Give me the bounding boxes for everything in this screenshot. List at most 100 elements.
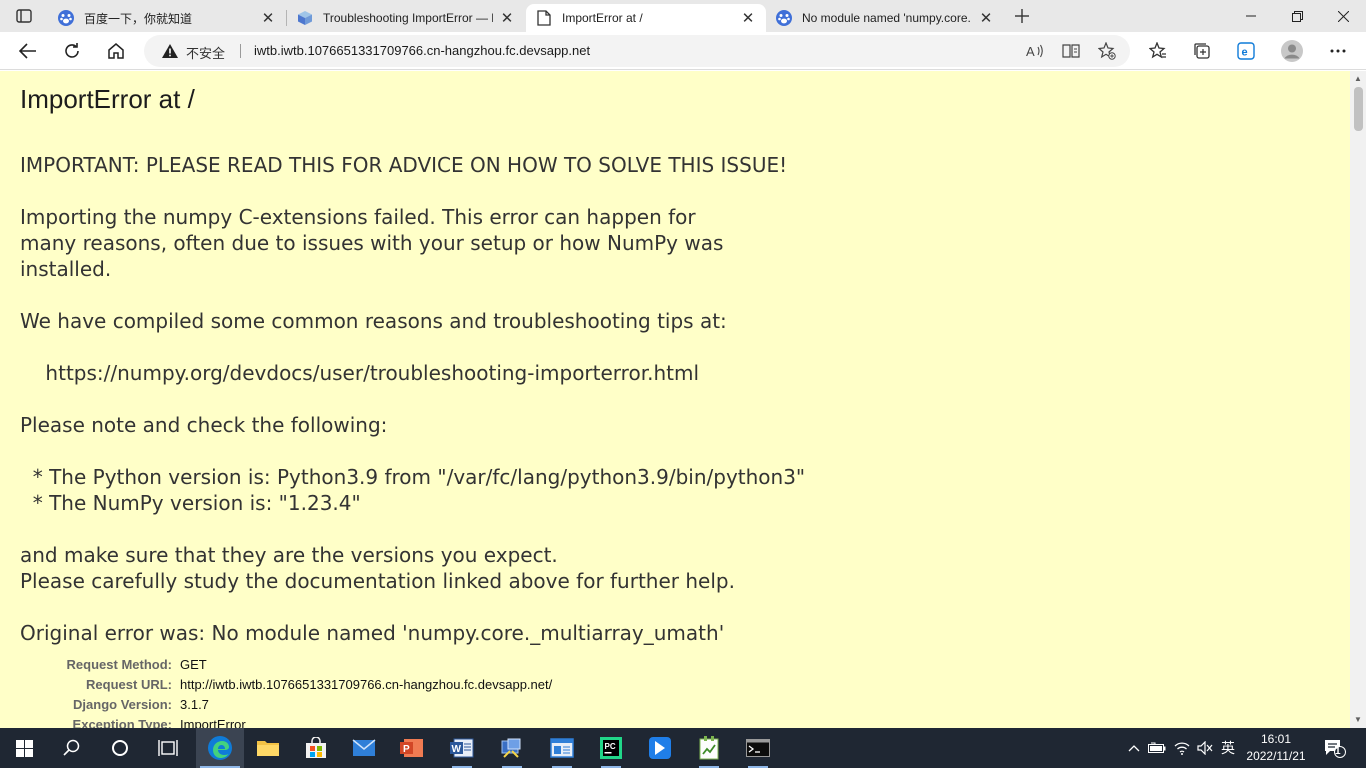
page-title: ImportError at /	[20, 84, 195, 114]
notification-center-button[interactable]: 1	[1318, 728, 1352, 768]
meta-label: Request Method:	[66, 657, 172, 672]
tab-title: 百度一下，你就知道	[84, 11, 193, 26]
vertical-scrollbar[interactable]: ▲ ▼	[1350, 71, 1366, 728]
close-icon	[1337, 10, 1349, 22]
tab-strip: 百度一下，你就知道 ✕ Troubleshooting ImportError …	[0, 0, 1366, 32]
file-explorer-taskbar-icon[interactable]	[244, 728, 292, 768]
volume-tray-button[interactable]	[1194, 728, 1216, 768]
tab-close-icon[interactable]: ✕	[499, 10, 515, 27]
battery-tray-button[interactable]	[1146, 728, 1168, 768]
tab-actions-button[interactable]	[8, 5, 40, 27]
tab-numpy-core[interactable]: No module named 'numpy.core. ✕	[766, 4, 1004, 32]
scroll-up-arrow-icon[interactable]: ▲	[1354, 75, 1362, 83]
meta-value: ImportError	[180, 717, 246, 728]
refresh-icon	[65, 43, 79, 58]
profile-button[interactable]	[1277, 36, 1307, 66]
collections-button[interactable]	[1187, 36, 1217, 66]
minimize-button[interactable]	[1228, 0, 1274, 32]
meta-value: http://iwtb.iwtb.1076651331709766.cn-han…	[180, 677, 553, 692]
table-row: Django Version: 3.1.7	[20, 695, 552, 715]
plus-icon	[1015, 9, 1029, 23]
add-favorite-icon[interactable]	[1096, 41, 1118, 61]
store-bag-icon	[306, 737, 326, 758]
edge-taskbar-icon[interactable]	[196, 728, 244, 768]
svg-text:PC: PC	[605, 742, 616, 751]
table-row: Exception Type: ImportError	[20, 715, 552, 728]
tab-close-icon[interactable]: ✕	[260, 10, 276, 27]
pycharm-taskbar-icon[interactable]: PC	[587, 728, 635, 768]
chart-notepad-icon	[699, 736, 719, 760]
meta-label: Django Version:	[73, 697, 172, 712]
meta-label: Exception Type:	[72, 717, 172, 728]
meta-value: GET	[180, 657, 207, 672]
wifi-icon	[1174, 742, 1190, 755]
read-aloud-icon[interactable]: A	[1024, 41, 1046, 61]
immersive-reader-icon[interactable]	[1060, 41, 1082, 61]
tab-baidu[interactable]: 百度一下，你就知道 ✕	[48, 4, 286, 32]
scroll-thumb[interactable]	[1354, 87, 1363, 131]
home-icon	[108, 43, 124, 59]
request-meta-table: Request Method: GET Request URL: http://…	[20, 655, 553, 728]
refresh-button[interactable]	[57, 36, 87, 66]
table-row: Request Method: GET	[20, 655, 552, 675]
chevron-up-icon	[1128, 745, 1140, 752]
meta-label: Request URL:	[86, 677, 172, 692]
notepad-taskbar-icon[interactable]	[685, 728, 733, 768]
edge-icon	[208, 736, 232, 760]
back-button[interactable]	[13, 36, 43, 66]
mail-taskbar-icon[interactable]	[340, 728, 388, 768]
show-hidden-icons-button[interactable]	[1124, 728, 1144, 768]
windows-taskbar: P W PC 英 16:01 2022/11/21 1	[0, 728, 1366, 768]
home-button[interactable]	[101, 36, 131, 66]
battery-icon	[1148, 742, 1166, 753]
feishu-taskbar-icon[interactable]	[636, 728, 684, 768]
numpy-cube-icon	[297, 10, 313, 26]
store-taskbar-icon[interactable]	[292, 728, 340, 768]
tab-close-icon[interactable]: ✕	[740, 10, 756, 27]
task-view-button[interactable]	[144, 728, 192, 768]
tab-troubleshooting[interactable]: Troubleshooting ImportError — N ✕	[286, 4, 525, 32]
scroll-down-arrow-icon[interactable]: ▼	[1354, 716, 1362, 724]
terminal-icon	[746, 739, 770, 757]
input-method-indicator[interactable]: 英	[1217, 728, 1239, 768]
remote-desktop-taskbar-icon[interactable]	[538, 728, 586, 768]
ie-mode-icon: e	[1237, 42, 1255, 60]
cortana-circle-icon	[112, 740, 128, 756]
url-text[interactable]: iwtb.iwtb.1076651331709766.cn-hangzhou.f…	[254, 43, 590, 58]
search-icon	[63, 739, 80, 756]
cortana-button[interactable]	[96, 728, 144, 768]
close-window-button[interactable]	[1320, 0, 1366, 32]
tab-close-icon[interactable]: ✕	[978, 10, 994, 27]
exception-value: IMPORTANT: PLEASE READ THIS FOR ADVICE O…	[20, 153, 806, 645]
tab-title: Troubleshooting ImportError — N	[323, 11, 493, 25]
settings-more-button[interactable]	[1323, 36, 1353, 66]
address-divider	[240, 44, 241, 58]
word-taskbar-icon[interactable]: W	[438, 728, 486, 768]
task-view-icon	[158, 740, 178, 756]
svg-text:e: e	[1242, 47, 1248, 59]
favorites-button[interactable]	[1143, 36, 1173, 66]
search-button[interactable]	[48, 728, 96, 768]
start-button[interactable]	[0, 728, 48, 768]
avatar	[1281, 40, 1303, 62]
address-bar[interactable]: 不安全 iwtb.iwtb.1076651331709766.cn-hangzh…	[144, 35, 1130, 67]
baidu-paw-icon	[58, 10, 74, 26]
tab-title: ImportError at /	[562, 11, 643, 25]
restore-icon	[1291, 10, 1303, 22]
window-app-icon	[550, 738, 574, 758]
tab-importerror[interactable]: ImportError at / ✕	[526, 4, 766, 32]
tab-actions-icon	[16, 9, 32, 23]
powerpoint-taskbar-icon[interactable]: P	[388, 728, 436, 768]
network-tool-taskbar-icon[interactable]	[488, 728, 536, 768]
new-tab-button[interactable]	[1010, 4, 1034, 28]
collections-icon	[1194, 43, 1210, 59]
tab-title: No module named 'numpy.core.	[802, 11, 971, 25]
presentation-app-icon: P	[400, 739, 423, 757]
network-tray-button[interactable]	[1171, 728, 1193, 768]
ie-mode-button[interactable]: e	[1231, 36, 1261, 66]
security-label[interactable]: 不安全	[186, 43, 225, 62]
terminal-taskbar-icon[interactable]	[734, 728, 782, 768]
warning-icon[interactable]	[162, 44, 178, 63]
system-clock[interactable]: 16:01 2022/11/21	[1240, 731, 1312, 765]
restore-button[interactable]	[1274, 0, 1320, 32]
